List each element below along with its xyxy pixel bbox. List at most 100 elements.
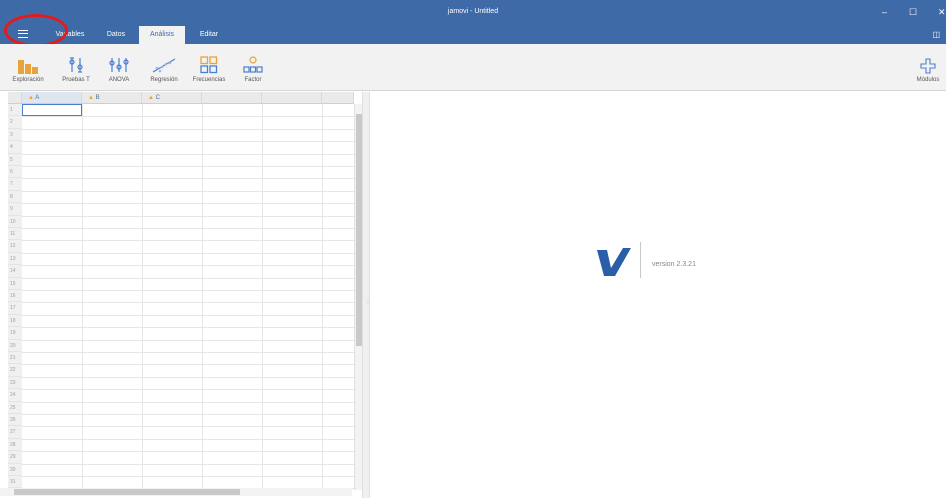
tab-editar[interactable]: Editar — [190, 26, 228, 44]
grid-row-line — [22, 178, 356, 180]
annotation-circle — [4, 14, 68, 47]
row-number[interactable]: 12 — [8, 240, 22, 253]
grid-row-line — [22, 327, 356, 329]
grid-row-line — [22, 302, 356, 304]
frecuencias-label: Frecuencias — [192, 77, 226, 83]
grid-column-line — [262, 104, 263, 490]
row-number[interactable]: 19 — [8, 327, 22, 340]
title-bar: jamovi - Untitled – ☐ ✕ Variables Datos … — [0, 0, 946, 44]
row-number[interactable]: 10 — [8, 215, 22, 228]
row-number[interactable]: 1 — [8, 104, 22, 117]
row-number[interactable]: 18 — [8, 314, 22, 328]
analysis-ribbon: Exploración Pruebas T ANOVA Regresión Fr… — [0, 44, 946, 91]
close-button[interactable]: ✕ — [938, 8, 946, 17]
grid-row-line — [22, 166, 356, 167]
row-number[interactable]: 23 — [8, 376, 22, 390]
nominal-variable-icon: ▲ — [148, 95, 154, 101]
pruebas-t-button[interactable]: Pruebas T — [60, 48, 92, 83]
window-title: jamovi - Untitled — [447, 8, 499, 15]
grid-column-line — [142, 104, 143, 490]
row-number[interactable]: 14 — [8, 265, 22, 278]
exploracion-button[interactable]: Exploración — [10, 48, 46, 83]
grid-row-line — [22, 277, 356, 279]
column-header-c[interactable]: ▲ C — [142, 92, 202, 104]
row-number[interactable]: 21 — [8, 352, 22, 365]
row-number[interactable]: 27 — [8, 426, 22, 439]
row-number[interactable]: 26 — [8, 414, 22, 427]
row-number[interactable]: 29 — [8, 451, 22, 464]
row-number[interactable]: 25 — [8, 401, 22, 414]
row-number[interactable]: 3 — [8, 128, 22, 142]
grid-row-line — [22, 463, 356, 465]
column-header-empty[interactable] — [322, 92, 354, 104]
row-number[interactable]: 22 — [8, 364, 22, 377]
row-number[interactable]: 15 — [8, 277, 22, 290]
t-test-icon — [60, 48, 92, 74]
minimize-button[interactable]: – — [882, 8, 887, 17]
row-number[interactable]: 20 — [8, 339, 22, 352]
corner-cell[interactable] — [8, 92, 22, 104]
grid-column-line — [202, 104, 203, 490]
grid-row-line — [22, 389, 356, 391]
column-name: B — [95, 95, 100, 101]
horizontal-scroll-thumb[interactable] — [14, 489, 240, 495]
column-name: C — [155, 95, 160, 101]
tab-analisis[interactable]: Análisis — [139, 26, 185, 44]
grid-row-line — [22, 190, 356, 192]
row-number[interactable]: 6 — [8, 166, 22, 179]
grid-row-line — [22, 364, 356, 366]
column-name: A — [35, 95, 40, 101]
version-text: version 2.3.21 — [652, 261, 696, 268]
spreadsheet-grid[interactable]: ▲ A ▲ B ▲ C 1 2 3 4 5 6 7 8 9 10 11 12 13 14 15 16 17 18 1… — [8, 92, 363, 490]
row-number[interactable]: 11 — [8, 228, 22, 241]
row-number[interactable]: 30 — [8, 463, 22, 476]
grid-row-line — [22, 414, 356, 415]
anova-button[interactable]: ANOVA — [104, 48, 134, 83]
factor-button[interactable]: Factor — [240, 48, 266, 83]
grid-row-line — [22, 339, 356, 341]
row-number[interactable]: 13 — [8, 252, 22, 266]
row-number[interactable]: 4 — [8, 141, 22, 154]
column-header-empty[interactable] — [202, 92, 262, 104]
column-header-b[interactable]: ▲ B — [82, 92, 142, 104]
column-header-a[interactable]: ▲ A — [22, 92, 82, 104]
modulos-label: Módulos — [916, 77, 940, 83]
row-number[interactable]: 2 — [8, 116, 22, 129]
maximize-button[interactable]: ☐ — [909, 8, 917, 17]
row-number[interactable]: 9 — [8, 203, 22, 216]
row-number[interactable]: 28 — [8, 438, 22, 452]
tab-datos[interactable]: Datos — [98, 26, 134, 44]
nominal-variable-icon: ▲ — [88, 95, 94, 101]
jamovi-logo-icon — [595, 246, 633, 283]
modulos-button[interactable]: Módulos — [912, 48, 944, 83]
grid-row-line — [22, 116, 356, 118]
grid-row-line — [22, 228, 356, 229]
frequencies-icon — [189, 48, 229, 74]
horizontal-scrollbar[interactable] — [0, 488, 352, 496]
grid-row-line — [22, 314, 356, 316]
anova-label: ANOVA — [108, 77, 130, 83]
bar-chart-icon — [10, 48, 46, 74]
frecuencias-button[interactable]: Frecuencias — [189, 48, 229, 83]
regresion-button[interactable]: Regresión — [145, 48, 183, 83]
grid-row-line — [22, 240, 356, 242]
grid-row-line — [22, 426, 356, 428]
column-header-empty[interactable] — [262, 92, 322, 104]
grid-row-line — [22, 153, 356, 155]
grid-row-line — [22, 352, 356, 353]
row-number[interactable]: 17 — [8, 302, 22, 315]
regression-icon — [145, 48, 183, 74]
row-number[interactable]: 16 — [8, 290, 22, 303]
row-number[interactable]: 8 — [8, 190, 22, 204]
regresion-label: Regresión — [150, 77, 178, 83]
pane-splitter[interactable]: ⋮ — [362, 92, 371, 498]
grid-row-line — [22, 401, 356, 403]
factor-label: Factor — [244, 77, 262, 83]
row-number[interactable]: 24 — [8, 389, 22, 402]
row-number[interactable]: 5 — [8, 153, 22, 166]
pruebas-t-label: Pruebas T — [62, 77, 90, 83]
row-number[interactable]: 7 — [8, 178, 22, 191]
split-view-icon[interactable]: ◫ — [932, 30, 940, 39]
row-number[interactable]: 31 — [8, 476, 22, 489]
selected-cell[interactable] — [22, 104, 82, 116]
